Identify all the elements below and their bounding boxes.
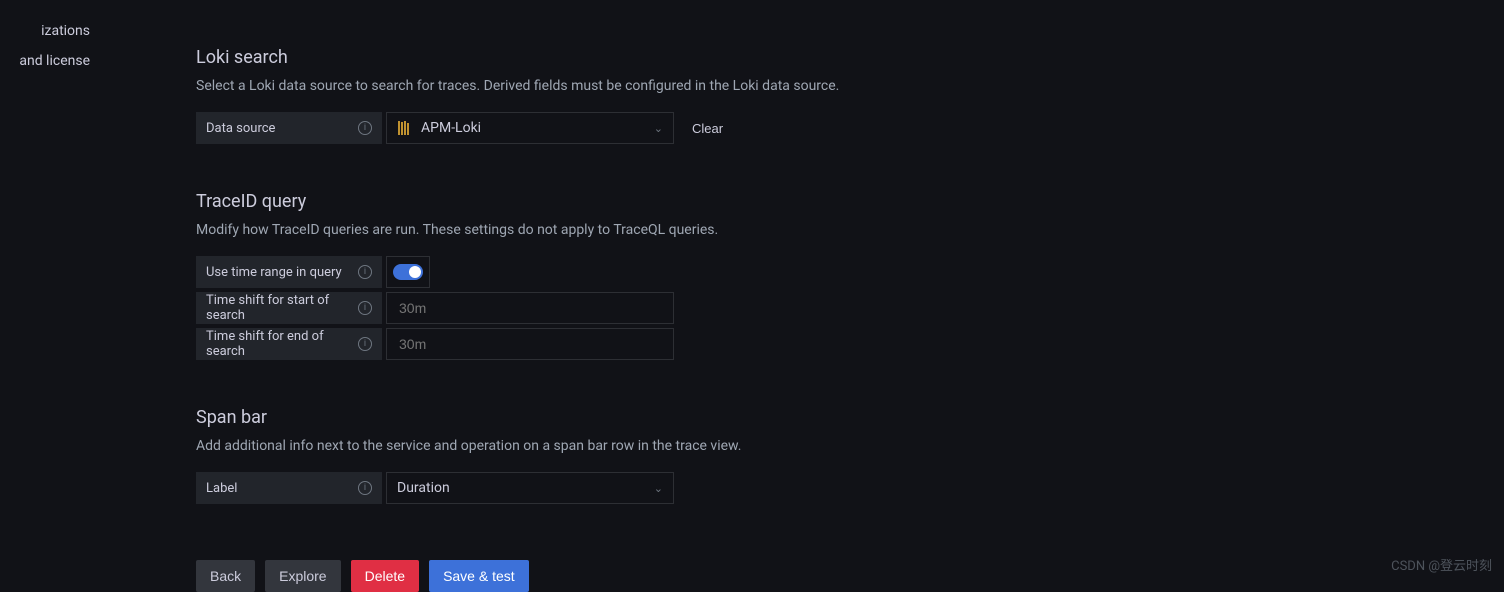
data-source-value: APM-Loki	[421, 120, 481, 136]
clear-button[interactable]: Clear	[680, 113, 735, 144]
span-bar-label-label: Label i	[196, 472, 382, 504]
sidebar: izations and license	[0, 0, 90, 580]
save-test-button[interactable]: Save & test	[429, 560, 529, 592]
use-time-range-toggle[interactable]	[393, 264, 423, 280]
span-bar-title: Span bar	[196, 407, 1504, 428]
loki-search-description: Select a Loki data source to search for …	[196, 78, 1504, 94]
traceid-query-title: TraceID query	[196, 191, 1504, 212]
time-shift-start-label: Time shift for start of search i	[196, 292, 382, 324]
data-source-select[interactable]: APM-Loki ⌄	[386, 112, 674, 144]
delete-button[interactable]: Delete	[351, 560, 419, 592]
action-buttons: Back Explore Delete Save & test	[196, 560, 1504, 592]
span-bar-description: Add additional info next to the service …	[196, 438, 1504, 454]
sidebar-item-organizations[interactable]: izations	[0, 16, 90, 46]
info-icon[interactable]: i	[358, 337, 372, 351]
chevron-down-icon: ⌄	[654, 122, 663, 135]
info-icon[interactable]: i	[358, 301, 372, 315]
loki-icon	[397, 121, 411, 135]
info-icon[interactable]: i	[358, 121, 372, 135]
span-bar-label-value: Duration	[397, 480, 450, 496]
main-content: Loki search Select a Loki data source to…	[90, 0, 1504, 580]
back-button[interactable]: Back	[196, 560, 255, 592]
use-time-range-toggle-container	[386, 256, 430, 288]
chevron-down-icon: ⌄	[654, 482, 663, 495]
span-bar-label-select[interactable]: Duration ⌄	[386, 472, 674, 504]
data-source-label: Data source i	[196, 112, 382, 144]
time-shift-start-input[interactable]	[386, 292, 674, 324]
info-icon[interactable]: i	[358, 265, 372, 279]
loki-search-title: Loki search	[196, 47, 1504, 68]
explore-button[interactable]: Explore	[265, 560, 340, 592]
watermark: CSDN @登云时刻	[1391, 555, 1492, 574]
time-shift-end-label: Time shift for end of search i	[196, 328, 382, 360]
use-time-range-label: Use time range in query i	[196, 256, 382, 288]
info-icon[interactable]: i	[358, 481, 372, 495]
time-shift-end-input[interactable]	[386, 328, 674, 360]
traceid-query-description: Modify how TraceID queries are run. Thes…	[196, 222, 1504, 238]
sidebar-item-stats-license[interactable]: and license	[0, 46, 90, 76]
